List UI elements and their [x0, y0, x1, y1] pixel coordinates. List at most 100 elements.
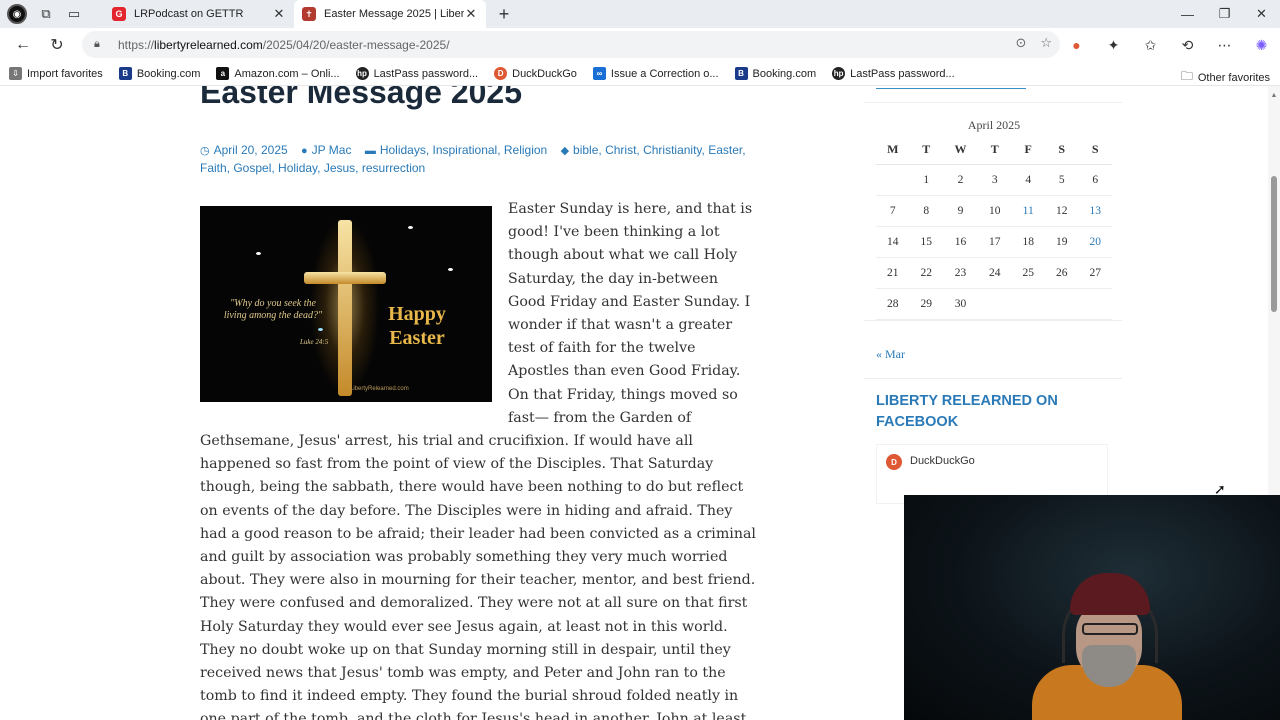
post-title: Easter Message 2025 [200, 86, 522, 110]
reader-mode-icon[interactable]: ⊙ [1015, 35, 1026, 51]
new-tab-button[interactable]: + [490, 4, 518, 25]
minimize-icon[interactable]: — [1169, 0, 1206, 28]
weekday-header: M [876, 136, 910, 165]
calendar-day: 21 [876, 257, 910, 289]
webcam-overlay [904, 495, 1280, 720]
favorite-amazon[interactable]: a Amazon.com – Onli... [216, 67, 340, 80]
calendar-caption: April 2025 [967, 118, 1021, 132]
back-icon[interactable]: ← [6, 30, 40, 60]
calendar-week-row: 123456 [876, 164, 1112, 196]
tab-lrpodcast[interactable]: G LRPodcast on GETTR ✕ [104, 0, 294, 28]
post-author[interactable]: JP Mac [312, 143, 352, 157]
mouse-cursor-icon: ➚ [1214, 481, 1226, 497]
calendar-day[interactable]: 13 [1078, 195, 1112, 227]
booking-icon: B [118, 67, 132, 80]
cross-icon [338, 220, 352, 396]
tab-title: LRPodcast on GETTR [134, 8, 244, 20]
favorite-issue-correction[interactable]: ∞ Issue a Correction o... [592, 67, 719, 80]
tab-strip: ◉ ⧉ ▭ G LRPodcast on GETTR ✕ ✝ Easter Me… [0, 0, 1280, 28]
lastpass-icon: hp [355, 67, 369, 80]
calendar-day: 1 [909, 164, 943, 196]
scrollbar-thumb[interactable] [1271, 176, 1277, 312]
folder-icon: ▬ [364, 145, 376, 157]
calendar-empty-cell [1078, 288, 1112, 320]
calendar-day: 27 [1078, 257, 1112, 289]
extensions-icon[interactable]: ✦ [1095, 37, 1132, 54]
duckduckgo-icon: D [886, 454, 902, 470]
other-favorites[interactable]: 🗀︎ Other favorites [1181, 67, 1270, 88]
calendar-table: M T W T F S S 1 2 3 4 5 6 7 8 9 10 11 12 13 14 15 16 17 1… [876, 136, 1112, 320]
calendar-day: 17 [977, 226, 1012, 258]
calendar-day: 10 [977, 195, 1012, 227]
post-categories[interactable]: Holidays, Inspirational, Religion [380, 143, 547, 157]
calendar-day: 15 [909, 226, 943, 258]
refresh-icon[interactable]: ↻ [40, 30, 74, 60]
tab-easter-message[interactable]: ✝ Easter Message 2025 | Liberty Rel ✕ [294, 0, 486, 28]
favorites-icon[interactable]: ✩ [1132, 37, 1169, 54]
profile-avatar-icon[interactable]: ◉ [7, 4, 27, 24]
weekday-header: F [1011, 136, 1045, 165]
calendar-day: 8 [909, 195, 943, 227]
post-date[interactable]: April 20, 2025 [214, 143, 288, 157]
tab-actions-icon[interactable]: ▭ [65, 5, 83, 23]
tag-icon: ◆ [560, 145, 570, 157]
tab-title: Easter Message 2025 | Liberty Rel [324, 8, 464, 20]
url-text[interactable]: https://libertyrelearned.com/2025/04/20/… [118, 38, 450, 52]
calendar-day: 23 [943, 257, 978, 289]
calendar-day[interactable]: 11 [1011, 195, 1045, 227]
calendar-empty-cell [876, 164, 910, 196]
calendar-day: 7 [876, 195, 910, 227]
lock-icon[interactable]: 🔒︎ [94, 38, 108, 51]
facebook-embed-name: DuckDuckGo [910, 455, 975, 467]
calendar-day: 24 [977, 257, 1012, 289]
clock-icon: ◷ [200, 145, 210, 157]
calendar-empty-cell [1044, 288, 1079, 320]
close-tab-icon[interactable]: ✕ [464, 6, 478, 22]
more-options-icon[interactable]: ⋯ [1206, 37, 1243, 54]
favorite-lastpass[interactable]: hp LastPass password... [355, 67, 478, 80]
import-icon: ⇩ [9, 67, 22, 80]
gettr-favicon-icon: G [112, 7, 126, 21]
calendar-day: 16 [943, 226, 978, 258]
restore-icon[interactable]: ❐ [1206, 0, 1243, 28]
calendar-day[interactable]: 20 [1078, 226, 1112, 258]
facebook-widget-heading: LIBERTY RELEARNED ON FACEBOOK [876, 393, 1058, 430]
calendar-day: 25 [1011, 257, 1045, 289]
calendar-day: 28 [876, 288, 910, 320]
weekday-header: T [977, 136, 1012, 165]
lastpass-icon: hp [832, 67, 846, 80]
calendar-week-row: 14 15 16 17 18 19 20 [876, 226, 1112, 258]
calendar-day: 18 [1011, 226, 1045, 258]
calendar-day: 14 [876, 226, 910, 258]
calendar-week-row: 28 29 30 [876, 288, 1112, 320]
calendar-day: 22 [909, 257, 943, 289]
favorite-import[interactable]: ⇩ Import favorites [9, 67, 103, 80]
favorite-duckduckgo[interactable]: D DuckDuckGo [494, 67, 577, 80]
weekday-header: T [909, 136, 943, 165]
favorite-star-icon[interactable]: ☆ [1040, 35, 1052, 51]
image-quote: "Why do you seek the living among the de… [223, 298, 323, 321]
address-bar[interactable]: 🔒︎ https://libertyrelearned.com/2025/04/… [82, 31, 1060, 58]
image-site: LibertyRelearned.com [350, 386, 409, 392]
calendar-day: 19 [1044, 226, 1079, 258]
weekday-header: S [1044, 136, 1079, 165]
calendar-day: 4 [1011, 164, 1045, 196]
workspaces-icon[interactable]: ⧉ [37, 5, 55, 23]
close-tab-icon[interactable]: ✕ [272, 6, 286, 22]
history-icon[interactable]: ⟲ [1169, 37, 1206, 54]
calendar-prev-link[interactable]: « Mar [876, 347, 905, 362]
site-favicon-icon: ✝ [302, 7, 316, 21]
favorite-lastpass-2[interactable]: hp LastPass password... [832, 67, 955, 80]
favorite-booking[interactable]: B Booking.com [118, 67, 200, 80]
calendar-day: 12 [1044, 195, 1079, 227]
scroll-up-icon[interactable]: ▲ [1268, 92, 1280, 99]
copilot-icon[interactable]: ✺ [1243, 37, 1280, 54]
duckduckgo-extension-icon[interactable]: ● [1058, 37, 1095, 53]
post-meta: ◷ April 20, 2025 ● JP Mac ▬ Holidays, Inspi… [200, 142, 760, 177]
calendar-week-row: 21 22 23 24 25 26 27 [876, 257, 1112, 289]
calendar-day: 26 [1044, 257, 1079, 289]
window-close-icon[interactable]: ✕ [1243, 0, 1280, 28]
calendar-empty-cell [977, 288, 1012, 320]
easter-image[interactable]: "Why do you seek the living among the de… [200, 206, 492, 402]
favorite-booking-2[interactable]: B Booking.com [734, 67, 816, 80]
